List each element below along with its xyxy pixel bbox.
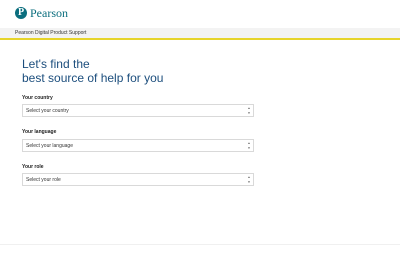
pearson-logo-icon: P <box>15 7 27 19</box>
page-title-line-2: best source of help for you <box>22 71 164 85</box>
up-down-arrows-icon: ▲ ▼ <box>247 106 251 115</box>
subheader-bar: Pearson Digital Product Support <box>0 28 400 40</box>
language-select-value: Select your language <box>26 143 73 149</box>
role-select[interactable]: Select your role ▲ ▼ <box>22 173 254 186</box>
page-title: Let's find the best source of help for y… <box>22 57 163 85</box>
brand-name: Pearson <box>30 6 68 20</box>
subheader-title: Pearson Digital Product Support <box>15 30 87 36</box>
footer-divider <box>0 244 400 245</box>
country-select[interactable]: Select your country ▲ ▼ <box>22 104 254 117</box>
up-down-arrows-icon: ▲ ▼ <box>247 175 251 184</box>
language-select[interactable]: Select your language ▲ ▼ <box>22 139 254 152</box>
language-label: Your language <box>22 129 57 135</box>
site-header: P Pearson <box>0 0 400 28</box>
country-select-value: Select your country <box>26 108 69 114</box>
role-select-value: Select your role <box>26 177 61 183</box>
pearson-logo[interactable]: P Pearson <box>15 7 68 19</box>
page-title-line-1: Let's find the <box>22 57 90 71</box>
role-label: Your role <box>22 164 44 170</box>
country-label: Your country <box>22 95 53 101</box>
up-down-arrows-icon: ▲ ▼ <box>247 141 251 150</box>
